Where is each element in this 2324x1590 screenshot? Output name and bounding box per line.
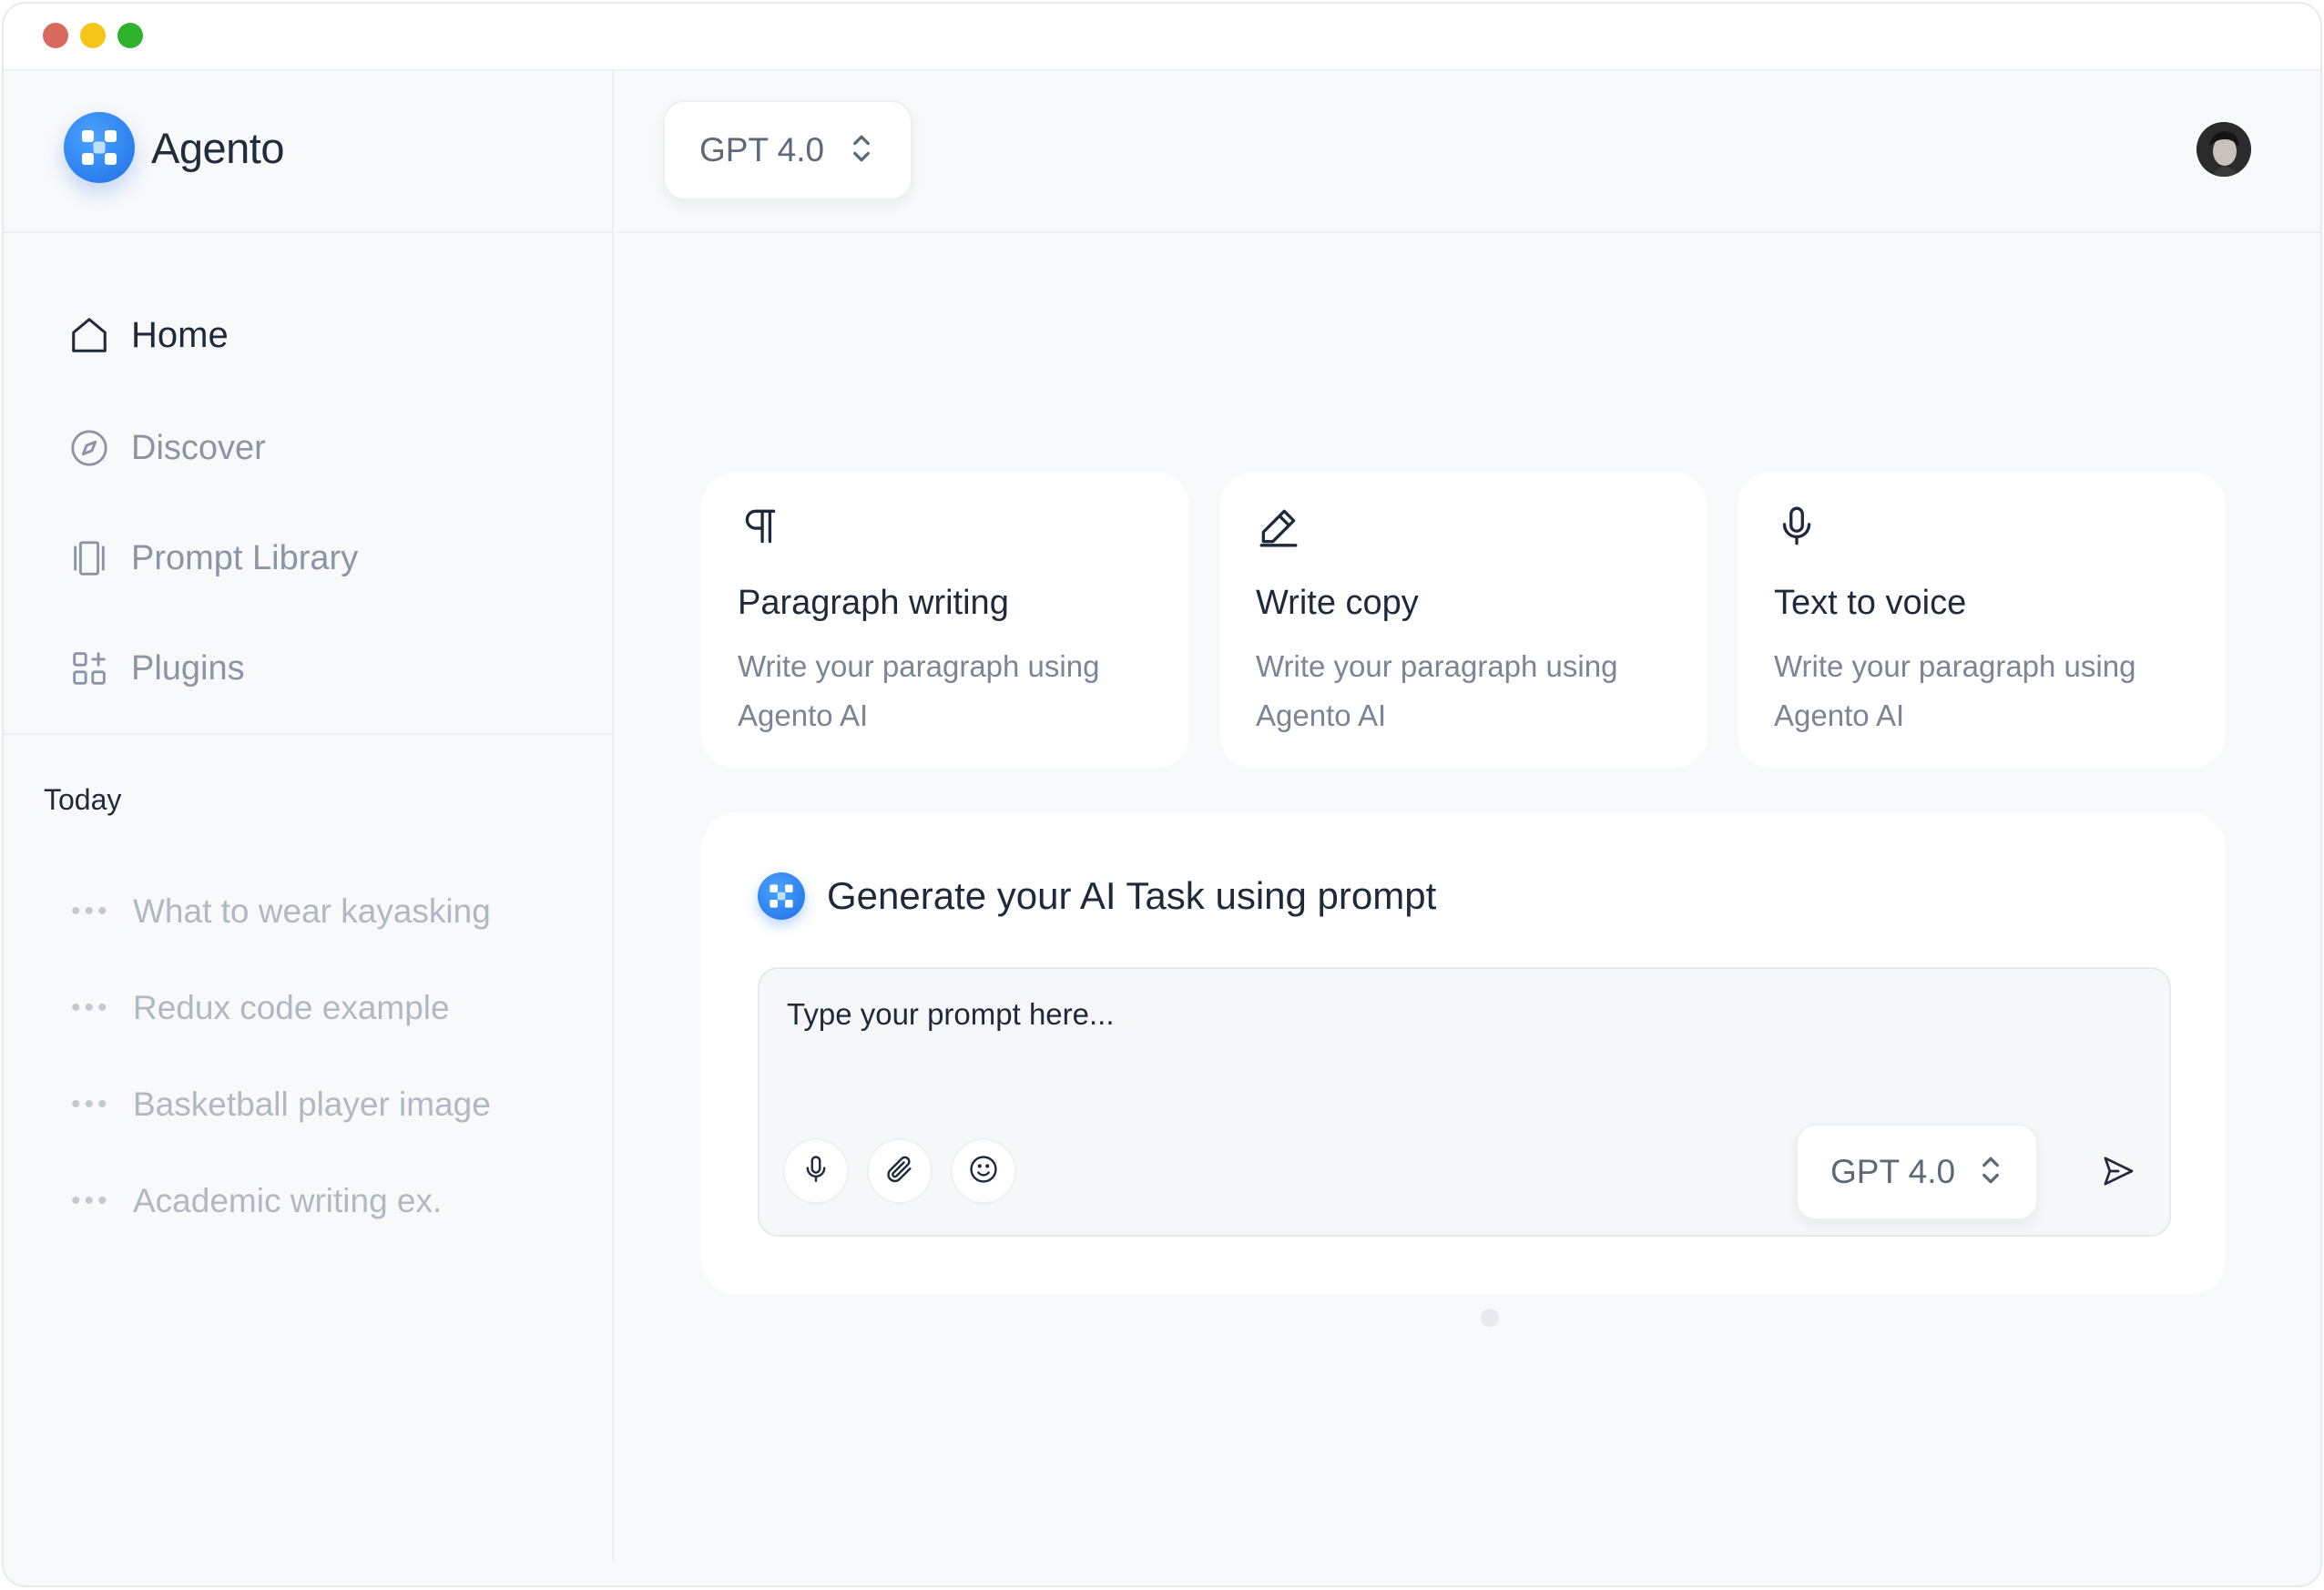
emoji-button[interactable] [951,1138,1016,1204]
brand-name: Agento [151,123,284,172]
more-dots-icon[interactable]: ••• [71,1186,133,1217]
model-selector[interactable]: GPT 4.0 [663,100,912,200]
sidebar-item-label: Home [131,314,229,355]
more-dots-icon[interactable]: ••• [71,993,133,1024]
sidebar-item-label: Discover [131,428,266,467]
card-description: Write your paragraph using Agento AI [1256,649,1618,732]
history-item[interactable]: ••• What to wear kayasking [71,889,491,934]
microphone-icon [800,1154,831,1189]
prompt-title: Generate your AI Task using prompt [827,874,1437,917]
history-item-label: Basketball player image [133,1085,491,1123]
sidebar-item-label: Prompt Library [131,538,359,577]
top-bar: GPT 4.0 [616,71,2320,233]
prompt-header: Generate your AI Task using prompt [758,872,1436,920]
card-text-to-voice[interactable]: Text to voice Write your paragraph using… [1738,473,2226,768]
compass-icon [67,426,111,470]
sidebar-item-prompt-library[interactable]: Prompt Library [67,531,358,586]
more-dots-icon[interactable]: ••• [71,896,133,927]
prompt-box: GPT 4.0 [758,967,2171,1237]
card-description: Write your paragraph using Agento AI [738,649,1100,732]
sidebar-item-home[interactable]: Home [67,308,229,362]
maximize-window-button[interactable] [117,23,143,48]
prompt-panel: Generate your AI Task using prompt G [701,812,2226,1295]
agento-logo-icon [758,872,805,920]
agento-logo-icon [64,112,135,183]
sidebar-item-label: Plugins [131,648,245,688]
card-write-copy[interactable]: Write copy Write your paragraph using Ag… [1219,473,1707,768]
title-bar [4,4,2320,71]
close-window-button[interactable] [43,23,68,48]
card-paragraph-writing[interactable]: Paragraph writing Write your paragraph u… [701,473,1189,768]
microphone-icon [1774,504,1819,554]
user-avatar[interactable] [2197,122,2251,177]
page-indicator-dot [1481,1309,1499,1327]
sidebar-divider [4,231,612,233]
more-dots-icon[interactable]: ••• [71,1089,133,1120]
prompt-input[interactable] [787,987,2062,1042]
app-window: Agento Home Discover Prompt Library Plug… [2,2,2322,1587]
history-heading: Today [44,783,122,816]
card-title: Paragraph writing [738,584,1009,622]
sidebar: Agento Home Discover Prompt Library Plug… [4,71,614,1560]
chevron-up-down-icon [850,130,873,171]
sidebar-divider [4,733,612,735]
voice-input-button[interactable] [783,1138,849,1204]
history-item-label: What to wear kayasking [133,892,491,930]
attach-button[interactable] [867,1138,933,1204]
brand[interactable]: Agento [64,111,284,184]
smile-icon [968,1154,999,1189]
pencil-icon [1256,504,1301,554]
model-selector-value: GPT 4.0 [1830,1153,1956,1190]
history-item[interactable]: ••• Redux code example [71,985,450,1031]
chevron-up-down-icon [1979,1152,2003,1193]
pilcrow-icon [738,504,783,554]
history-item[interactable]: ••• Academic writing ex. [71,1178,442,1224]
card-title: Text to voice [1774,584,1967,622]
paperclip-icon [884,1154,915,1189]
sidebar-item-discover[interactable]: Discover [67,421,266,475]
model-selector-value: GPT 4.0 [699,131,825,168]
history-item-label: Redux code example [133,989,450,1026]
card-title: Write copy [1256,584,1419,622]
home-icon [67,313,111,357]
sidebar-item-plugins[interactable]: Plugins [67,641,245,696]
minimize-window-button[interactable] [80,23,106,48]
send-button[interactable] [2093,1147,2144,1198]
card-description: Write your paragraph using Agento AI [1774,649,2136,732]
history-item-label: Academic writing ex. [133,1182,443,1219]
history-item[interactable]: ••• Basketball player image [71,1082,491,1127]
prompt-model-selector[interactable]: GPT 4.0 [1796,1124,2038,1220]
library-icon [67,536,111,580]
send-icon [2100,1153,2136,1194]
plugins-icon [67,647,111,690]
